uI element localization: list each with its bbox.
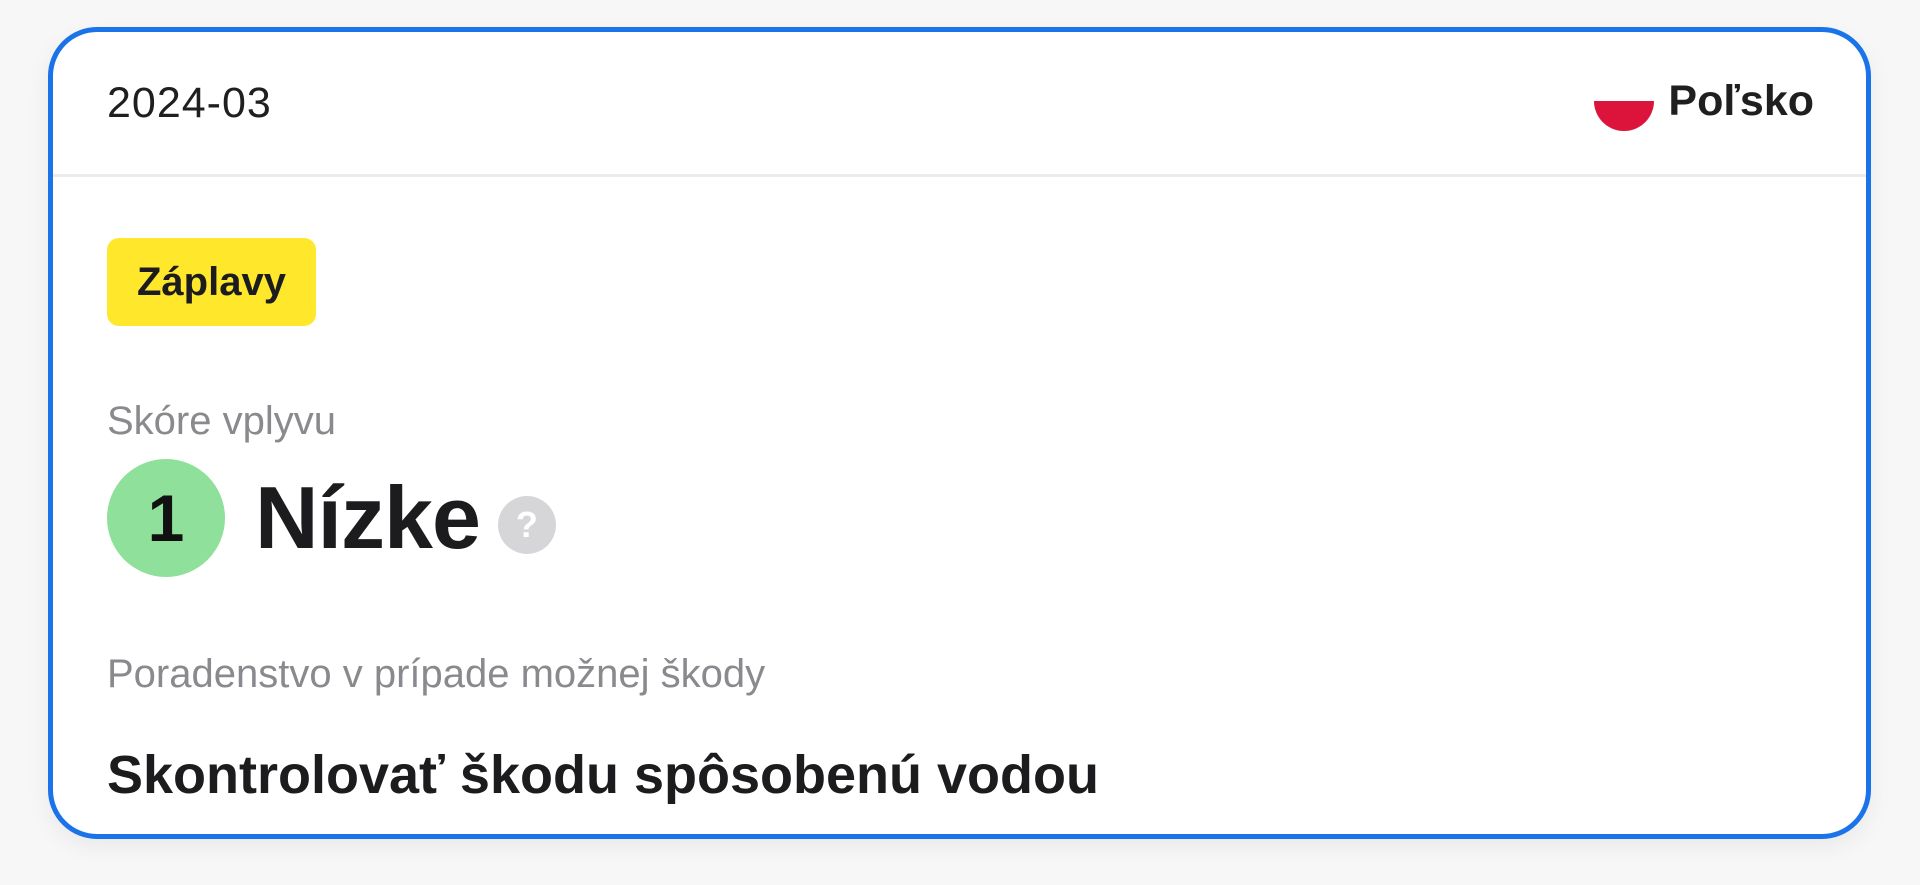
impact-score-value: 1: [107, 459, 225, 577]
flag-red-stripe: [1594, 101, 1655, 131]
question-mark-icon[interactable]: ?: [497, 496, 556, 554]
advice-text: Skontrolovať škodu spôsobenú vodou: [107, 745, 1099, 805]
flag-white-stripe: [1594, 71, 1655, 101]
impact-score-row: 1 Nízke ?: [107, 458, 556, 578]
event-card[interactable]: 2024-03 Poľsko Záplavy Skóre vplyvu 1 Ní…: [48, 27, 1871, 839]
card-header: 2024-03 Poľsko: [53, 32, 1866, 177]
poland-flag-icon: [1594, 71, 1655, 131]
impact-level: Nízke: [255, 468, 481, 567]
country-name: Poľsko: [1668, 77, 1814, 125]
category-badge: Záplavy: [107, 238, 316, 326]
advice-label: Poradenstvo v prípade možnej škody: [107, 652, 766, 696]
impact-score-label: Skóre vplyvu: [107, 399, 336, 443]
country-info: Poľsko: [1594, 70, 1814, 132]
event-date: 2024-03: [107, 79, 272, 127]
